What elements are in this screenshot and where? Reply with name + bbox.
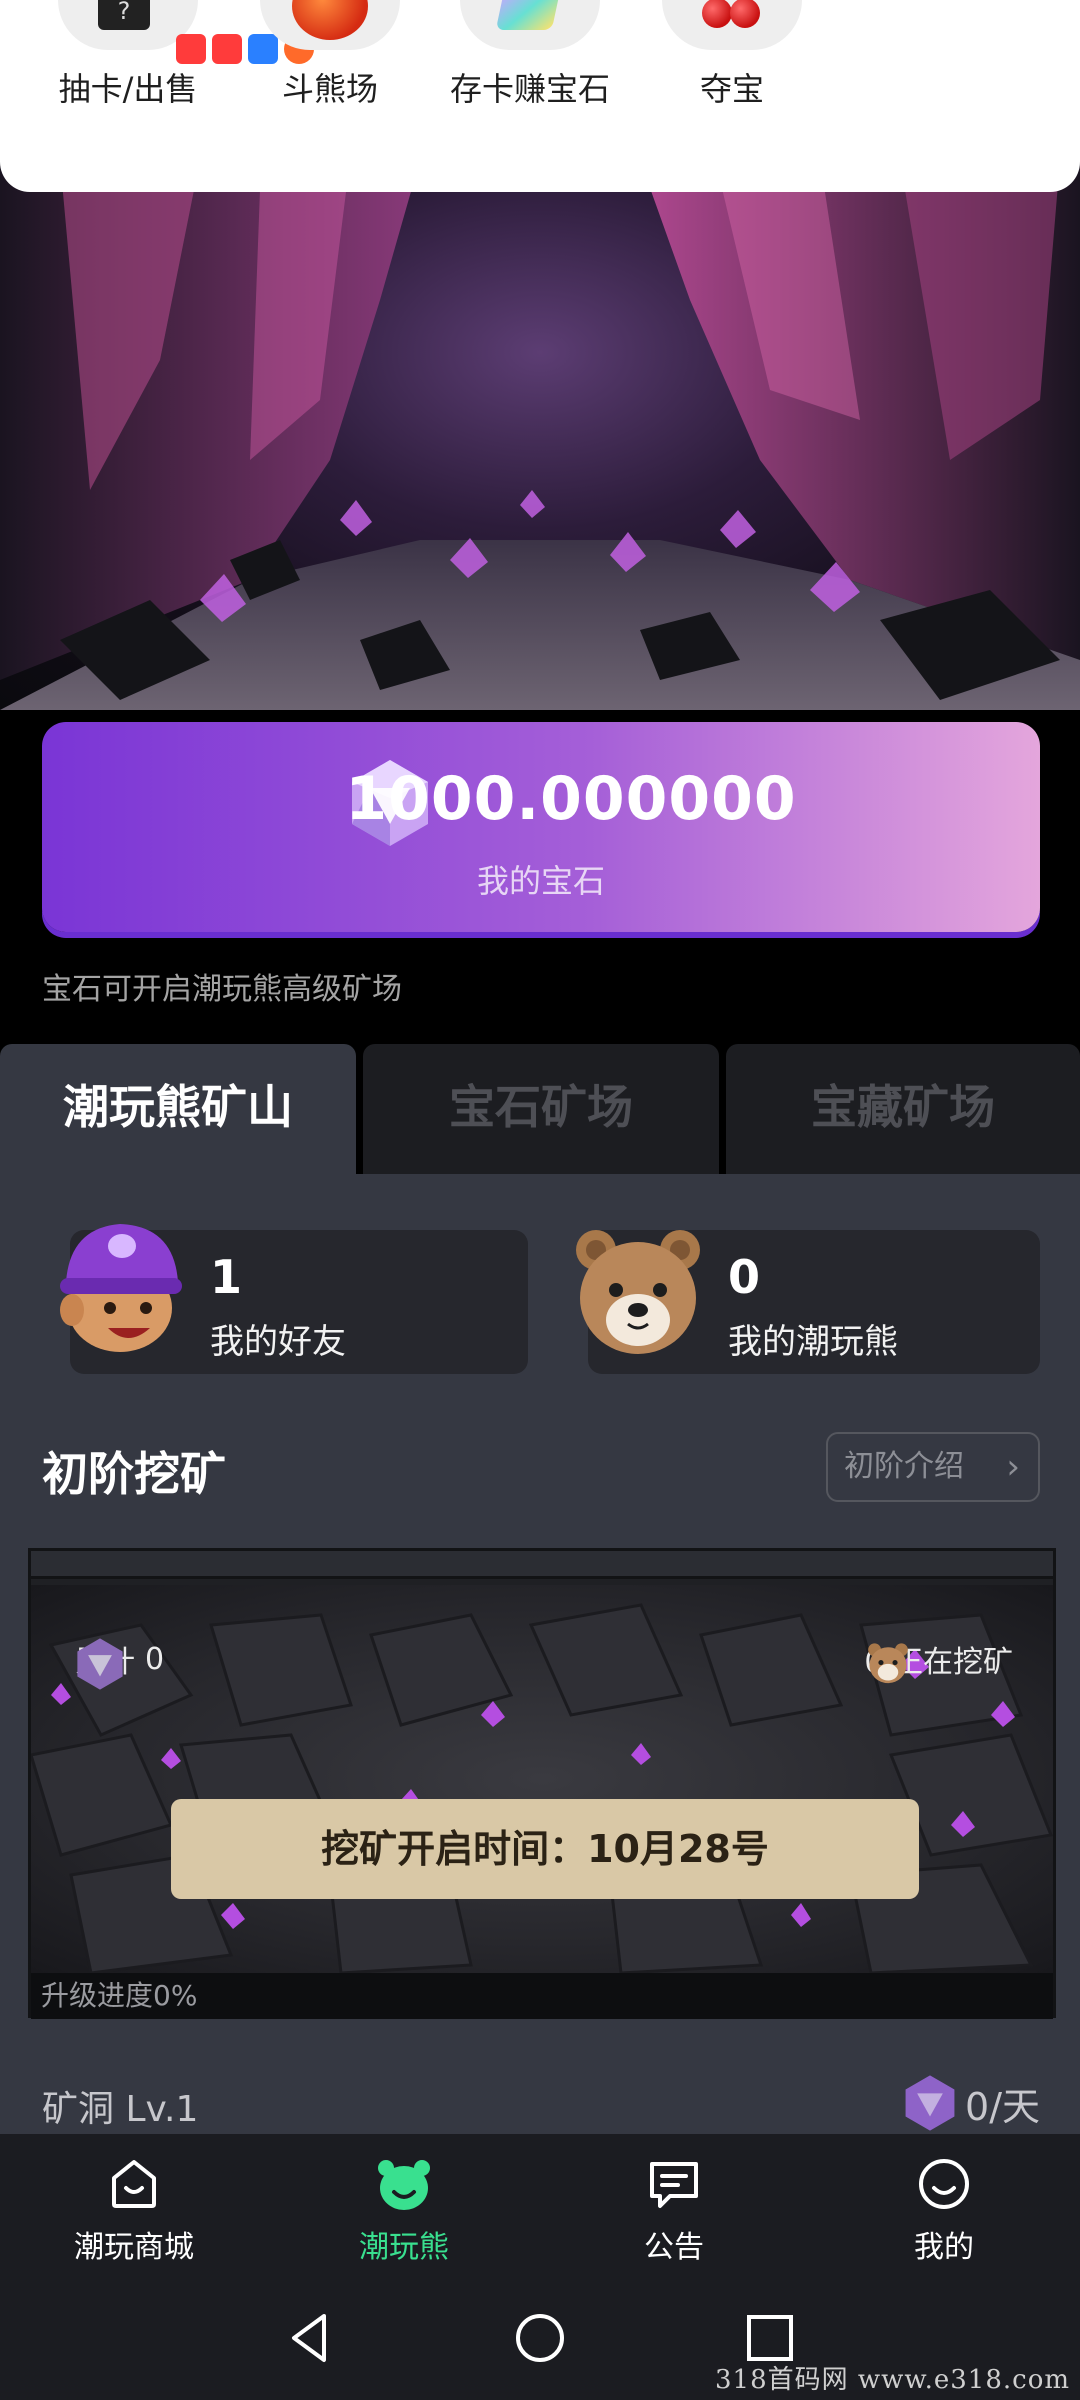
mining-status: 0 正在挖矿 <box>864 1637 1013 1684</box>
mine-panel: 1 我的好友 0 我的潮玩熊 初阶挖矿 初阶介绍 › 0 0 正在挖矿 挖矿开启… <box>0 1174 1080 2134</box>
miner-avatar-icon <box>60 1224 182 1352</box>
nav-item-announcement[interactable]: 公告 <box>584 2156 764 2266</box>
mine-rail <box>31 1551 1053 1579</box>
bottom-navigation: 潮玩商城 潮玩熊 公告 我的 <box>0 2134 1080 2282</box>
mining-start-banner: 挖矿开启时间：10月28号 <box>171 1799 919 1899</box>
quick-action-draw-sell[interactable]: ? 抽卡/出售 <box>28 0 314 110</box>
gem-icon <box>905 2075 955 2131</box>
profile-icon <box>919 2159 969 2209</box>
home-icon[interactable] <box>510 2308 570 2368</box>
quick-action-label: 斗熊场 <box>281 70 378 108</box>
cherry-icon <box>662 0 802 50</box>
nav-item-shop[interactable]: 潮玩商城 <box>44 2156 224 2266</box>
chevron-right-icon: › <box>1006 1447 1020 1487</box>
gem-icon <box>77 1638 123 1690</box>
friends-count: 1 <box>210 1250 243 1304</box>
accumulated-value: 0 <box>145 1641 165 1677</box>
nav-label: 潮玩商城 <box>74 2230 194 2265</box>
gem-hint-text: 宝石可开启潮玩熊高级矿场 <box>42 972 402 1007</box>
bears-label: 我的潮玩熊 <box>728 1322 898 1362</box>
bears-count: 0 <box>728 1250 761 1304</box>
watermark: 318首码网 www.e318.com <box>715 2365 1070 2395</box>
shop-icon <box>112 2160 156 2208</box>
mine-scene: 累计 0 0 正在挖矿 挖矿开启时间：10月28号 <box>31 1585 1053 1973</box>
bear-icon <box>868 1643 909 1684</box>
gem-card-icon <box>460 0 600 50</box>
apple-icon <box>260 0 400 50</box>
cave-level: 矿洞 Lv.1 <box>42 2089 199 2130</box>
upgrade-progress-text: 升级进度0% <box>41 1979 198 2012</box>
accumulated-gems: 累计 0 <box>75 1637 165 1690</box>
intro-button[interactable]: 初阶介绍 › <box>826 1432 1040 1502</box>
back-icon[interactable] <box>280 2308 340 2368</box>
bear-avatar-icon <box>576 1230 700 1354</box>
quick-actions-card: ? 抽卡/出售 斗熊场 存卡赚宝石 夺宝 <box>0 0 1080 192</box>
quick-action-bear-arena[interactable]: 斗熊场 <box>230 0 430 110</box>
quick-action-label: 夺宝 <box>699 70 764 108</box>
quick-action-label: 存卡赚宝石 <box>449 70 610 108</box>
tab-gem-mine[interactable]: 宝石矿场 <box>363 1044 719 1174</box>
nav-label: 我的 <box>914 2230 974 2265</box>
nav-item-profile[interactable]: 我的 <box>854 2156 1034 2266</box>
mine-tabs: 潮玩熊矿山 宝石矿场 宝藏矿场 <box>0 1044 1080 1174</box>
friends-stat-card[interactable]: 1 我的好友 <box>60 1224 528 1374</box>
section-title: 初阶挖矿 <box>42 1447 226 1501</box>
friends-label: 我的好友 <box>210 1322 346 1362</box>
gem-balance-amount: 1000.000000 <box>345 764 797 834</box>
quick-action-label: 抽卡/出售 <box>58 70 198 108</box>
nav-label: 公告 <box>644 2230 704 2265</box>
system-navigation-bar: 318首码网 www.e318.com <box>0 2282 1080 2400</box>
tab-treasure-mine[interactable]: 宝藏矿场 <box>726 1044 1080 1174</box>
gems-per-day: 0/天 <box>903 2074 1040 2132</box>
bears-stat-card[interactable]: 0 我的潮玩熊 <box>576 1230 1040 1374</box>
nav-label: 潮玩熊 <box>359 2230 449 2265</box>
crystal-cave-banner <box>0 160 1080 710</box>
upgrade-progress-bar: 升级进度0% <box>31 1973 1053 2019</box>
quick-action-deposit-card[interactable]: 存卡赚宝石 <box>430 0 630 110</box>
quick-action-treasure[interactable]: 夺宝 <box>632 0 832 110</box>
gem-balance-label: 我的宝石 <box>476 862 605 900</box>
intro-button-label: 初阶介绍 <box>844 1449 964 1484</box>
announcement-icon <box>650 2162 698 2208</box>
gem-balance-card: 1000.000000 我的宝石 <box>42 722 1040 932</box>
gems-per-day-value: 0/天 <box>965 2084 1040 2129</box>
bear-icon <box>378 2160 430 2210</box>
tab-bear-mine[interactable]: 潮玩熊矿山 <box>0 1044 356 1174</box>
nav-item-bear[interactable]: 潮玩熊 <box>314 2156 494 2266</box>
mining-area: 累计 0 0 正在挖矿 挖矿开启时间：10月28号 升级进度0% <box>28 1548 1056 2019</box>
